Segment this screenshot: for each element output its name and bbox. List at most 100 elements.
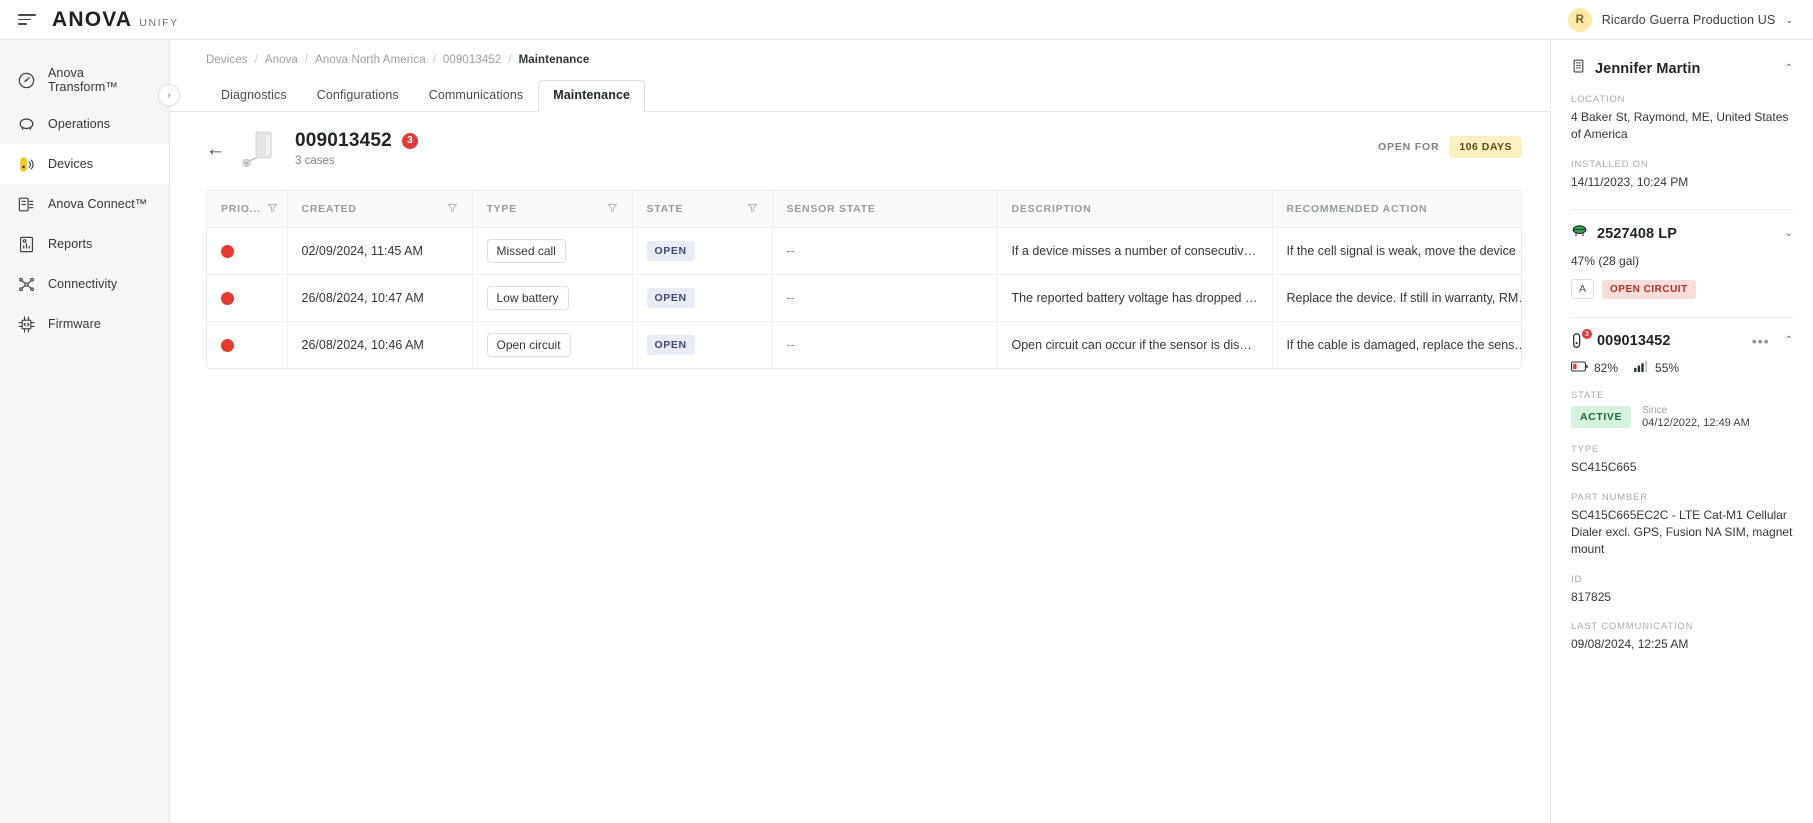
- breadcrumb-item-anova-north-america[interactable]: Anova North America: [315, 54, 426, 66]
- since-value: 04/12/2022, 12:49 AM: [1642, 417, 1750, 430]
- sidebar-item-anova-connect[interactable]: Anova Connect™: [0, 184, 169, 224]
- case-count-label: 3 cases: [295, 154, 335, 167]
- back-button[interactable]: ←: [206, 140, 225, 159]
- filter-icon-priority[interactable]: [267, 202, 278, 216]
- menu-toggle-icon[interactable]: [18, 14, 36, 25]
- column-label: PRIO...: [221, 203, 261, 215]
- cell-type: Low battery: [472, 274, 633, 322]
- priority-dot-icon: [221, 338, 234, 352]
- state-badge: OPEN: [646, 288, 695, 308]
- chat-bubble-icon: [16, 114, 36, 134]
- table-row[interactable]: 26/08/2024, 10:46 AM Open circuit OPEN -…: [207, 321, 1522, 368]
- column-label: TYPE: [486, 203, 517, 215]
- tank-level-value: 47% (28 gal): [1571, 254, 1640, 269]
- maintenance-table-container: PRIO... CREATED TYPE STATE SENSOR STATE …: [206, 190, 1522, 369]
- column-header-priority: PRIO...: [207, 191, 288, 228]
- sidebar-item-connectivity[interactable]: Connectivity: [0, 264, 169, 304]
- tank-status-badge: OPEN CIRCUIT: [1602, 279, 1696, 299]
- battery-value: 82%: [1594, 360, 1619, 375]
- tank-icon: [1571, 224, 1588, 243]
- table-row[interactable]: 02/09/2024, 11:45 AM Missed call OPEN --…: [207, 227, 1521, 275]
- chevron-up-icon[interactable]: ⌃: [1785, 63, 1793, 74]
- tab-communications[interactable]: Communications: [414, 80, 539, 111]
- device-metrics: 82% 55%: [1570, 360, 1793, 375]
- customer-section-header[interactable]: Jennifer Martin ⌃: [1571, 58, 1793, 79]
- sensor-state-value: --: [786, 338, 795, 352]
- tank-chip-row: A OPEN CIRCUIT: [1571, 279, 1793, 300]
- gauge-icon: [16, 70, 36, 90]
- avatar: R: [1567, 8, 1592, 32]
- tab-configurations[interactable]: Configurations: [302, 80, 414, 111]
- more-options-icon[interactable]: •••: [1752, 333, 1770, 349]
- sidebar-item-operations[interactable]: Operations: [0, 104, 169, 144]
- sidebar-item-devices[interactable]: Devices: [0, 144, 169, 184]
- breadcrumb-item-device-id[interactable]: 009013452: [443, 54, 501, 66]
- sidebar-item-label: Operations: [48, 117, 111, 131]
- breadcrumb-item-devices[interactable]: Devices: [206, 54, 248, 66]
- tank-letter-chip: A: [1571, 279, 1595, 300]
- battery-metric: 82%: [1570, 360, 1619, 375]
- table-row[interactable]: 26/08/2024, 10:47 AM Low battery OPEN --…: [207, 274, 1521, 322]
- table-header: PRIO... CREATED TYPE STATE SENSOR STATE …: [207, 191, 1521, 228]
- tab-bar: Diagnostics Configurations Communication…: [170, 80, 1550, 112]
- customer-name: Jennifer Martin: [1595, 60, 1701, 77]
- signal-value: 55%: [1655, 360, 1680, 375]
- chip-icon: [16, 314, 36, 334]
- device-icon: 3: [1571, 329, 1592, 349]
- installed-on-label: INSTALLED ON: [1571, 158, 1649, 170]
- case-count-badge: 3: [401, 132, 418, 149]
- maintenance-table: PRIO... CREATED TYPE STATE SENSOR STATE …: [207, 191, 1522, 368]
- network-icon: [16, 274, 36, 294]
- cell-created: 02/09/2024, 11:45 AM: [287, 227, 473, 275]
- cell-sensor-state: --: [772, 274, 998, 322]
- sidebar-item-firmware[interactable]: Firmware: [0, 304, 169, 344]
- type-chip: Missed call: [486, 239, 566, 263]
- device-section-header[interactable]: 3 009013452 ••• ⌃: [1571, 329, 1793, 349]
- sidebar-item-anova-transform[interactable]: Anova Transform™: [0, 56, 169, 104]
- tab-diagnostics[interactable]: Diagnostics: [206, 80, 302, 111]
- state-badge: OPEN: [646, 241, 695, 261]
- cell-type: Missed call: [472, 227, 633, 275]
- part-number-label: PART NUMBER: [1571, 491, 1648, 503]
- location-label: LOCATION: [1571, 94, 1626, 105]
- cell-recommended-action: If the cable is damaged, replace the sen…: [1286, 338, 1522, 352]
- device-name: 009013452: [1597, 332, 1671, 349]
- sidebar-item-reports[interactable]: Reports: [0, 224, 169, 264]
- column-label: SENSOR STATE: [786, 203, 876, 215]
- column-header-recommended-action: RECOMMENDED ACTION: [1272, 191, 1521, 228]
- column-header-type: TYPE: [472, 191, 633, 228]
- device-case-badge: 3: [1582, 329, 1592, 340]
- app-body: Anova Transform™ Operations Devices Anov…: [0, 40, 1813, 823]
- chevron-up-icon[interactable]: ⌃: [1785, 335, 1793, 346]
- sidebar-item-label: Connectivity: [48, 277, 118, 291]
- sensor-state-value: --: [786, 244, 795, 258]
- id-label: ID: [1571, 573, 1583, 585]
- chevron-down-icon[interactable]: ⌄: [1785, 228, 1793, 239]
- state-row: ACTIVE Since 04/12/2022, 12:49 AM: [1571, 405, 1793, 429]
- signal-icon: [1634, 360, 1649, 375]
- chevron-down-icon[interactable]: ⌄: [1785, 15, 1793, 26]
- column-header-sensor-state: SENSOR STATE: [772, 191, 998, 228]
- breadcrumb-separator: /: [304, 54, 309, 66]
- sidebar: Anova Transform™ Operations Devices Anov…: [0, 40, 180, 823]
- tank-section-header[interactable]: 2527408 LP ⌄: [1571, 224, 1793, 243]
- column-label: DESCRIPTION: [1011, 203, 1092, 215]
- filter-icon-state[interactable]: [747, 202, 758, 216]
- brand-logo: ANOVA UNIFY: [52, 8, 179, 32]
- column-header-created: CREATED: [287, 191, 473, 228]
- breadcrumb-separator: /: [432, 54, 436, 66]
- user-menu[interactable]: R Ricardo Guerra Production US ⌄: [1567, 0, 1793, 40]
- breadcrumb-separator: /: [508, 54, 512, 66]
- filter-icon-created[interactable]: [447, 202, 458, 216]
- breadcrumb-item-anova[interactable]: Anova: [265, 54, 298, 66]
- cell-priority: [207, 227, 288, 275]
- sidebar-collapse-toggle[interactable]: ›: [158, 84, 180, 106]
- device-signal-icon: [16, 154, 36, 174]
- device-title-block: 009013452 3 3 cases: [295, 130, 418, 167]
- open-for-label: OPEN FOR: [1378, 141, 1440, 153]
- filter-icon-type[interactable]: [607, 202, 618, 216]
- details-panel: Jennifer Martin ⌃ LOCATION 4 Baker St, R…: [1550, 40, 1813, 823]
- priority-dot-icon: [221, 244, 234, 258]
- tank-name: 2527408 LP: [1597, 225, 1678, 242]
- tab-maintenance[interactable]: Maintenance: [538, 80, 646, 112]
